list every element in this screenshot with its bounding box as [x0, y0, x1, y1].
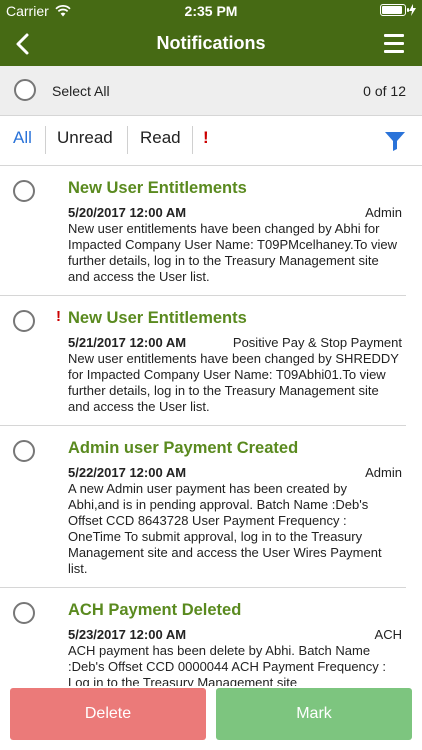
item-select-checkbox[interactable]: [13, 310, 35, 332]
notification-date: 5/22/2017 12:00 AM: [68, 465, 187, 480]
notification-source: Admin: [365, 205, 402, 220]
page-title: Notifications: [156, 33, 266, 53]
notification-description: A new Admin user payment has been create…: [68, 481, 382, 576]
select-all-checkbox[interactable]: [14, 79, 36, 101]
tab-all[interactable]: All: [13, 128, 32, 148]
item-select-checkbox[interactable]: [13, 180, 35, 202]
notification-title: Admin user Payment Created: [68, 439, 299, 457]
battery-icon: [380, 4, 409, 16]
tab-urgent[interactable]: !: [203, 128, 209, 148]
item-select-checkbox[interactable]: [13, 440, 35, 462]
delete-button[interactable]: Delete: [10, 688, 206, 740]
select-all-label[interactable]: Select All: [52, 83, 110, 99]
notification-source: Positive Pay & Stop Payment: [232, 335, 402, 350]
charging-icon: [409, 4, 416, 16]
selection-count: 0 of 12: [363, 83, 406, 99]
tab-divider: [192, 126, 193, 154]
hamburger-menu-icon[interactable]: [384, 34, 404, 53]
action-bar: Delete Mark: [0, 686, 422, 750]
notification-source: Admin: [365, 465, 402, 480]
status-right: [380, 4, 416, 16]
select-all-bar: Select All 0 of 12: [0, 66, 422, 116]
notification-description: New user entitlements have been changed …: [68, 221, 397, 284]
tab-read[interactable]: Read: [140, 128, 181, 148]
notification-item[interactable]: ! New User Entitlements 5/21/2017 12:00 …: [0, 296, 406, 426]
tab-divider: [45, 126, 46, 154]
notification-description: ACH payment has been delete by Abhi. Bat…: [68, 643, 387, 686]
tab-divider: [127, 126, 128, 154]
nav-bar: Notifications: [0, 22, 422, 66]
tab-unread[interactable]: Unread: [57, 128, 113, 148]
mark-button[interactable]: Mark: [216, 688, 412, 740]
filter-funnel-icon[interactable]: [384, 130, 406, 152]
filter-bar: All Unread Read !: [0, 116, 422, 166]
notification-date: 5/20/2017 12:00 AM: [68, 205, 187, 220]
notification-item[interactable]: ACH Payment Deleted 5/23/2017 12:00 AM A…: [0, 588, 406, 686]
notification-description: New user entitlements have been changed …: [68, 351, 399, 414]
notification-source: ACH: [374, 627, 402, 642]
notification-title: ACH Payment Deleted: [68, 601, 242, 619]
notification-title: New User Entitlements: [68, 309, 247, 327]
notification-item[interactable]: New User Entitlements 5/20/2017 12:00 AM…: [0, 166, 406, 296]
urgent-marker: !: [56, 308, 61, 325]
item-select-checkbox[interactable]: [13, 602, 35, 624]
notification-title: New User Entitlements: [68, 179, 247, 197]
battery-fill: [382, 6, 402, 14]
notification-date: 5/23/2017 12:00 AM: [68, 627, 187, 642]
status-bar: Carrier 2:35 PM: [0, 0, 422, 22]
notification-date: 5/21/2017 12:00 AM: [68, 335, 187, 350]
notification-item[interactable]: Admin user Payment Created 5/22/2017 12:…: [0, 426, 406, 588]
notification-list: New User Entitlements 5/20/2017 12:00 AM…: [0, 166, 422, 686]
status-time: 2:35 PM: [184, 3, 238, 19]
